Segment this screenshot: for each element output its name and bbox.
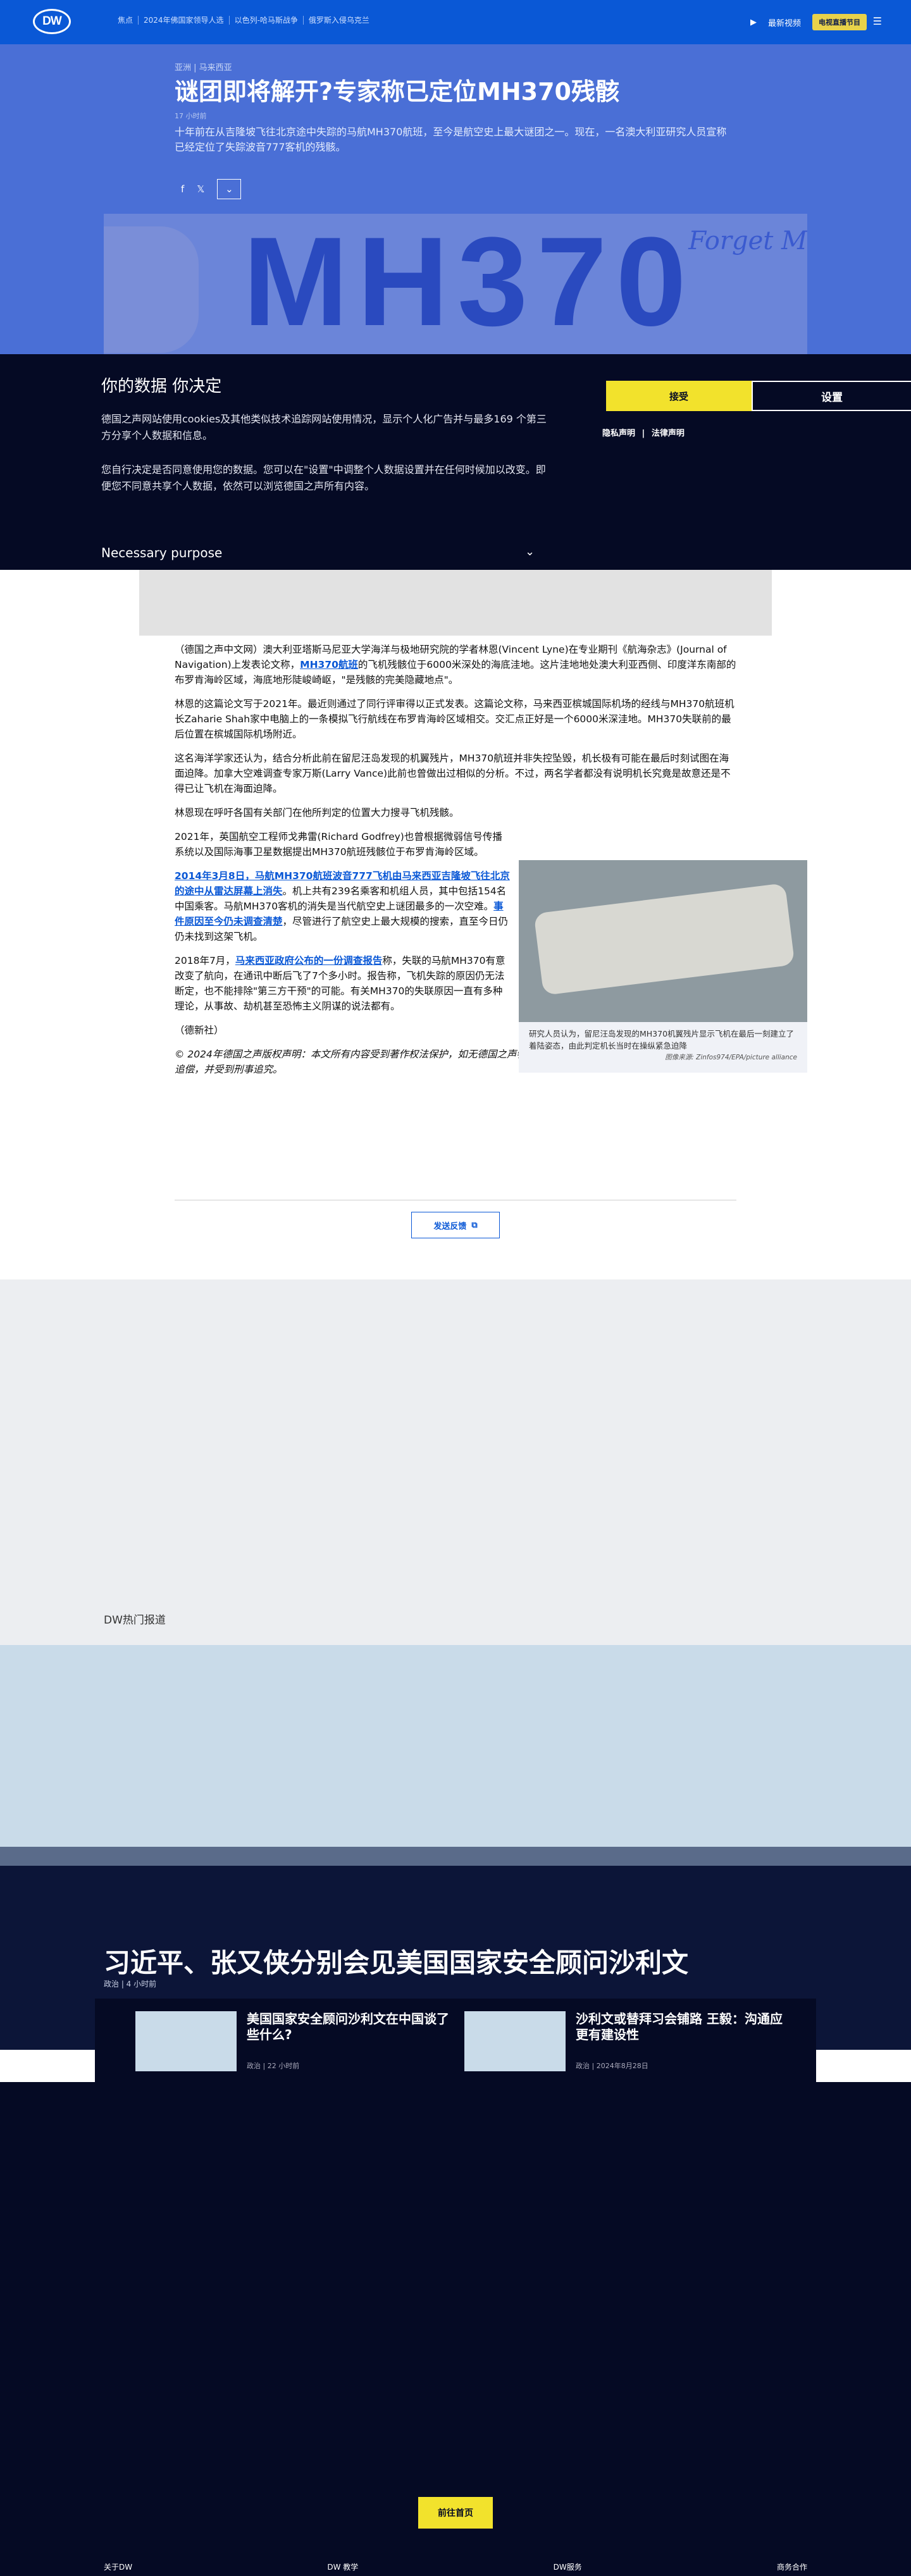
latest-videos-link[interactable]: 最新视频 [768,16,801,28]
section-label: DW热门报道 [104,1614,166,1627]
text: 2018年7月， [175,955,235,967]
chevron-down-icon: ⌄ [225,183,233,195]
legal-link[interactable]: 法律声明 [652,429,685,438]
hero-image-mh370-text: MH370 [243,214,695,352]
consent-text-2: 您自行决定是否同意使用您的数据。您可以在"设置"中调整个人数据设置并在任何时候加… [101,464,546,492]
play-icon: ▶ [750,17,757,27]
feedback-label: 发送反馈 [433,1221,467,1231]
story-meta: 政治 | 2024年8月28日 [576,2062,648,2070]
paragraph: 2014年3月8日，马航MH370航班波音777飞机由马来西亚吉隆坡飞往北京的途… [175,868,510,944]
paragraph: 2021年，英国航空工程师戈弗雷(Richard Godfrey)也曾根据微弱信… [175,831,502,858]
hero-image: MH370 Forget M [104,214,807,354]
top-story-meta: 政治 | 4 小时前 [104,1980,157,1988]
cookie-consent-banner: 你的数据 你决定 德国之声网站使用cookies及其他类似技术追踪网站使用情况，… [0,354,911,570]
consent-links: 隐私声明 | 法律声明 [602,426,688,438]
paragraph: 林恩的这篇论文写于2021年。最近则通过了同行评审得以正式发表。这篇论文称，马来… [175,698,734,741]
footer-links: 关于DW DW 教学 DW服务 商务合作 [104,2561,807,2572]
consent-buttons: 接受 设置 [606,381,911,411]
header-actions: ▶ 最新视频 电视直播节目 [750,14,867,30]
story-meta: 政治 | 22 小时前 [247,2062,300,2070]
x-icon[interactable]: 𝕏 [197,183,204,195]
paragraph: 2018年7月，马来西亚政府公布的一份调查报告称，失联的马航MH370有意改变了… [175,953,510,1014]
story-thumbnail [464,2011,566,2071]
copy-icon: ⧉ [471,1220,478,1230]
chevron-down-icon[interactable]: ⌄ [525,545,535,558]
top-story-title[interactable]: 习近平、张又侠分别会见美国国家安全顾问沙利文 [104,1942,688,1980]
breadcrumb[interactable]: 亚洲 | 马来西亚 [175,61,736,73]
footer-link[interactable]: DW服务 [554,2561,582,2572]
hamburger-icon[interactable]: ☰ [873,15,882,27]
consent-text-1: 德国之声网站使用cookies及其他类似技术追踪网站使用情况，显示个人化广告并与… [101,413,547,441]
topic-link[interactable]: 2024年佛国家领导人选 [138,16,229,25]
link-separator: | [641,429,645,438]
article-figure: 研究人员认为，留尼汪岛发现的MH370机翼残片显示飞机在最后一刻建立了着陆姿态，… [519,860,807,1073]
paragraph: （德国之声中文网）澳大利亚塔斯马尼亚大学海洋与极地研究院的学者林恩(Vincen… [175,642,736,687]
publish-time: 17 小时前 [175,111,207,120]
hero-image-forget-text: Forget M [688,226,807,256]
necessary-purpose-toggle[interactable]: Necessary purpose [101,545,222,560]
feedback-button[interactable]: 发送反馈 ⧉ [411,1212,500,1238]
debris-shape [533,883,795,995]
settings-button[interactable]: 设置 [752,381,911,411]
related-stories: 美国国家安全顾问沙利文在中国谈了些什么? 政治 | 22 小时前 沙利文或替拜习… [95,1999,816,2082]
topic-link[interactable]: 以色列-哈马斯战争 [228,16,303,25]
facebook-icon[interactable]: f [181,183,184,195]
wing-debris-photo[interactable] [519,860,807,1022]
footer-link[interactable]: DW 教学 [327,2561,358,2572]
mh370-link[interactable]: MH370航班 [300,659,358,670]
paragraph: 这名海洋学家还认为，结合分析此前在留尼汪岛发现的机翼残片，MH370航班并非失控… [175,753,731,795]
ad-placeholder [0,1279,911,1645]
article-lead: 十年前在从吉隆坡飞往北京途中失踪的马航MH370航班，至今是航空史上最大谜团之一… [175,125,727,154]
live-tv-button[interactable]: 电视直播节目 [812,14,867,30]
footer-link[interactable]: 商务合作 [777,2561,807,2572]
decorative-cloud [104,226,199,353]
topic-link[interactable]: 焦点 [113,16,138,25]
figure-credit: 图像来源: Zinfos974/EPA/picture alliance [665,1053,797,1061]
accept-button[interactable]: 接受 [606,381,752,411]
page-title: 谜团即将解开?专家称已定位MH370残骸 [175,78,619,106]
story-title: 沙利文或替拜习会铺路 王毅：沟通应更有建设性 [576,2011,783,2042]
article-header: 亚洲 | 马来西亚 谜团即将解开?专家称已定位MH370残骸 17 小时前 十年… [175,61,736,156]
go-home-button[interactable]: 前往首页 [418,2497,493,2529]
top-navigation-bar: DW 焦点 2024年佛国家领导人选 以色列-哈马斯战争 俄罗斯入侵乌克兰 ▶ … [0,0,911,44]
share-bar: f 𝕏 ⌄ [181,179,242,199]
topic-nav: 焦点 2024年佛国家领导人选 以色列-哈马斯战争 俄罗斯入侵乌克兰 [113,16,375,25]
more-share-button[interactable]: ⌄ [217,179,242,199]
footer-link[interactable]: 关于DW [104,2561,132,2572]
paragraph: 林恩现在呼吁各国有关部门在他所判定的位置大力搜寻飞机残骸。 [175,807,459,819]
figure-caption: 研究人员认为，留尼汪岛发现的MH370机翼残片显示飞机在最后一刻建立了着陆姿态，… [529,1029,795,1051]
image-placeholder [139,570,772,636]
privacy-link[interactable]: 隐私声明 [602,429,635,438]
topic-link[interactable]: 俄罗斯入侵乌克兰 [302,16,375,25]
dw-logo[interactable]: DW [33,9,71,34]
story-card[interactable]: 美国国家安全顾问沙利文在中国谈了些什么? 政治 | 22 小时前 [95,2011,449,2071]
story-card[interactable]: 沙利文或替拜习会铺路 王毅：沟通应更有建设性 政治 | 2024年8月28日 [424,2011,783,2071]
story-thumbnail [135,2011,237,2071]
consent-title: 你的数据 你决定 [101,377,222,396]
report-link[interactable]: 马来西亚政府公布的一份调查报告 [235,955,383,966]
